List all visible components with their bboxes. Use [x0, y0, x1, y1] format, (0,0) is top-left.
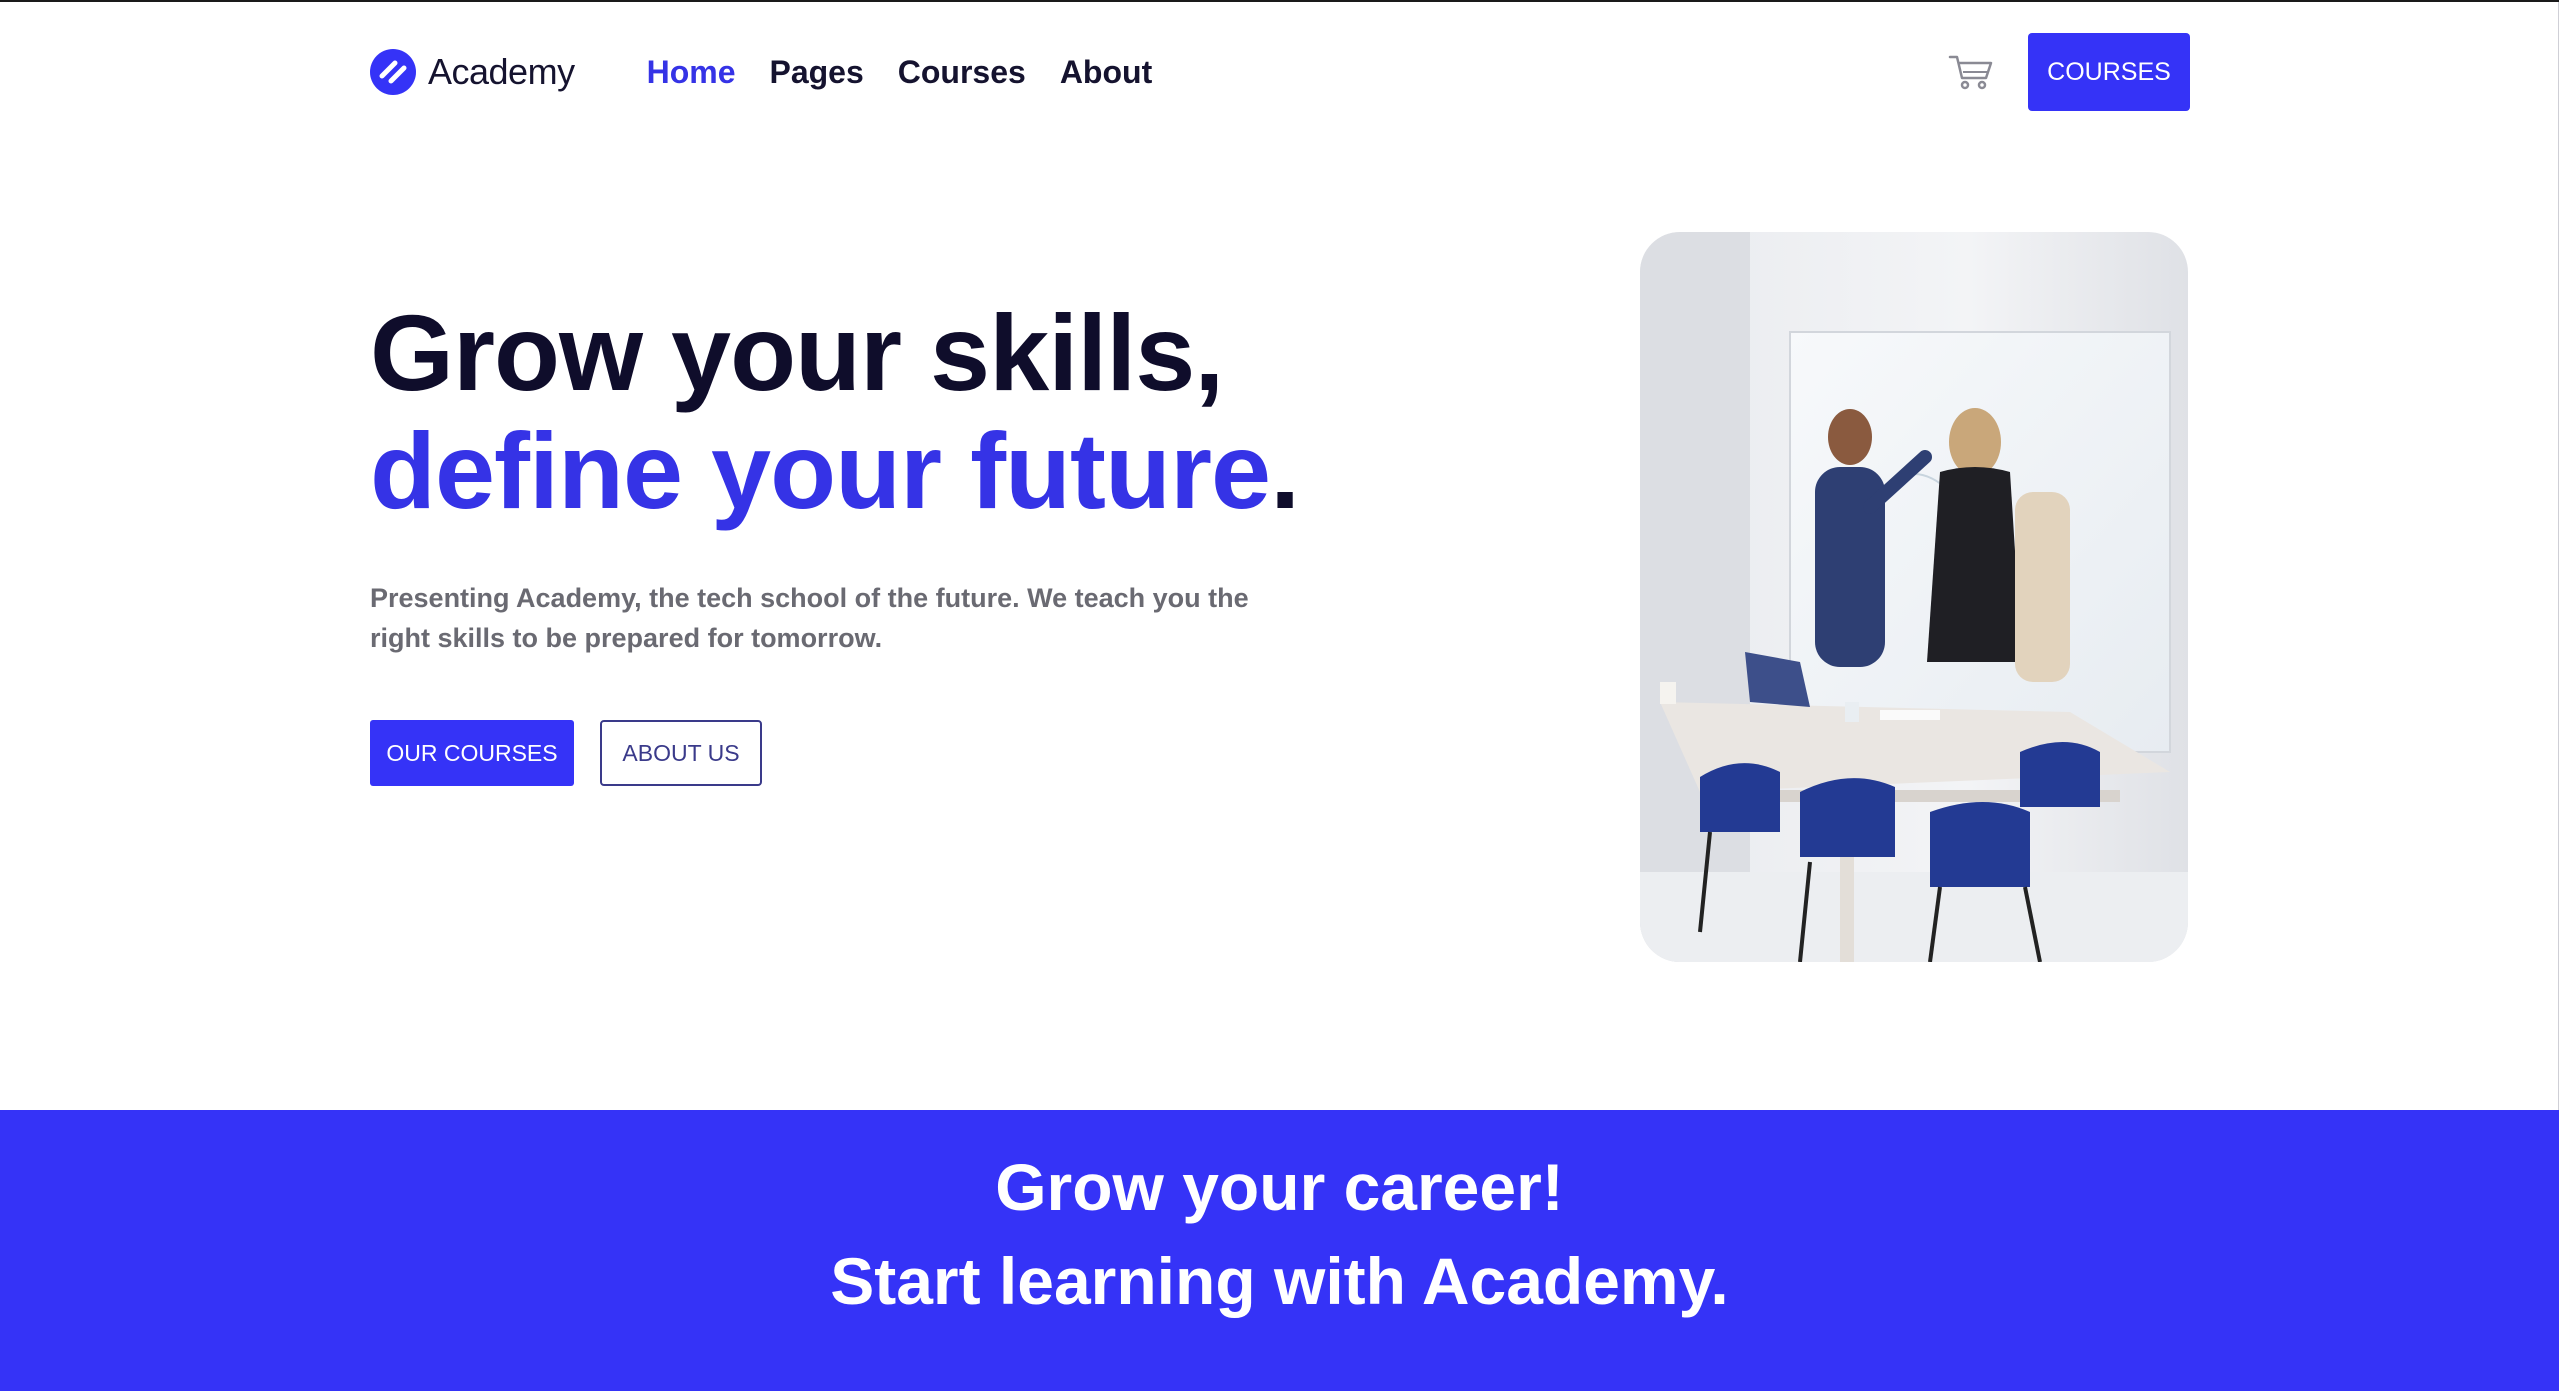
nav-link-pages[interactable]: Pages — [769, 54, 863, 91]
nav-link-home[interactable]: Home — [647, 54, 736, 91]
academy-logo-icon — [370, 49, 416, 95]
hero-title-line1: Grow your skills, — [370, 292, 1224, 413]
hero-title-line2: define your future. — [370, 410, 1300, 531]
banner-heading: Grow your career! Start learning with Ac… — [0, 1140, 2559, 1328]
banner-line2: Start learning with Academy. — [830, 1244, 1729, 1318]
nav-link-courses[interactable]: Courses — [898, 54, 1026, 91]
hero-subtitle: Presenting Academy, the tech school of t… — [370, 578, 1270, 658]
nav-link-about[interactable]: About — [1060, 54, 1152, 91]
meeting-room-photo — [1640, 232, 2188, 962]
hero-title-period: . — [1270, 410, 1300, 531]
brand[interactable]: Academy — [370, 49, 575, 95]
top-navigation: Academy Home Pages Courses About COURSES — [370, 32, 2190, 112]
hero-image — [1640, 232, 2188, 962]
hero-actions: OUR COURSES ABOUT US — [370, 720, 762, 786]
cart-icon[interactable] — [1948, 52, 1994, 92]
hero-title: Grow your skills, define your future. — [370, 292, 1300, 531]
hero-subtitle-line2: right skills to be prepared for tomorrow… — [370, 623, 883, 653]
our-courses-button[interactable]: OUR COURSES — [370, 720, 574, 786]
about-us-button[interactable]: ABOUT US — [600, 720, 762, 786]
main-menu: Home Pages Courses About — [647, 54, 1153, 91]
courses-button[interactable]: COURSES — [2028, 33, 2190, 111]
page: Academy Home Pages Courses About COURSES… — [0, 0, 2559, 1391]
brand-name: Academy — [428, 51, 575, 92]
hero-subtitle-line1: Presenting Academy, the tech school of t… — [370, 583, 1249, 613]
nav-actions: COURSES — [1948, 33, 2190, 111]
hero-title-accent: define your future — [370, 410, 1271, 531]
cta-banner: Grow your career! Start learning with Ac… — [0, 1110, 2559, 1391]
banner-line1: Grow your career! — [995, 1150, 1564, 1224]
